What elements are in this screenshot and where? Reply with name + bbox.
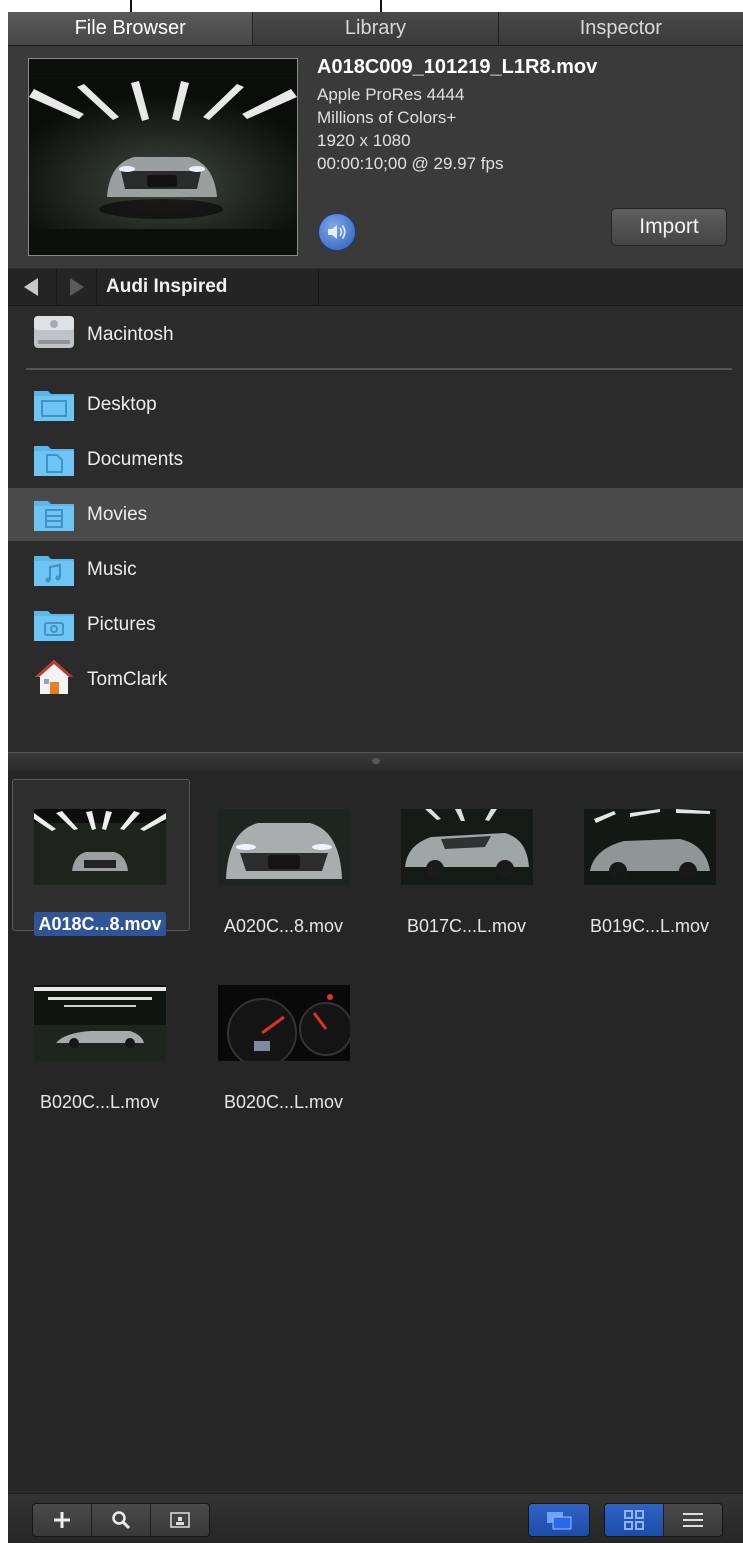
left-button-group xyxy=(32,1503,210,1537)
file-label: B020C...L.mov xyxy=(223,1092,344,1112)
plus-icon[interactable] xyxy=(33,1504,92,1536)
path-bar: Audi Inspired xyxy=(8,269,743,306)
import-button[interactable]: Import xyxy=(611,208,727,246)
file-item[interactable]: B019C...L.mov xyxy=(562,779,737,949)
current-folder-label[interactable]: Audi Inspired xyxy=(106,276,227,298)
home-icon xyxy=(35,660,73,694)
movies-folder-icon xyxy=(34,501,74,531)
file-label: A020C...8.mov xyxy=(223,916,344,936)
path-separator xyxy=(318,269,319,305)
file-item[interactable]: B020C...L.mov xyxy=(12,955,187,1125)
bottom-toolbar xyxy=(8,1493,743,1543)
file-thumbnail xyxy=(401,809,533,885)
file-grid: A018C...8.mov A020C...8.mov B017C...L.mo… xyxy=(8,771,743,1491)
sidebar-item-label: Macintosh xyxy=(87,323,174,345)
music-folder-icon xyxy=(34,556,74,586)
file-item[interactable]: A020C...8.mov xyxy=(196,779,371,949)
preview-area: A018C009_101219_L1R8.mov Apple ProRes 44… xyxy=(8,46,743,268)
file-thumbnail xyxy=(34,985,166,1061)
file-thumbnail xyxy=(584,809,716,885)
sidebar-item-label: Desktop xyxy=(87,393,157,415)
sidebar-item-label: Documents xyxy=(87,448,184,470)
speaker-icon[interactable] xyxy=(318,213,356,251)
sidebar-item-home[interactable]: TomClark xyxy=(8,653,743,706)
file-label: B020C...L.mov xyxy=(39,1092,160,1112)
tab-file-browser[interactable]: File Browser xyxy=(8,12,254,45)
preview-resolution: 1920 x 1080 xyxy=(317,131,411,150)
documents-folder-icon xyxy=(34,446,74,476)
sidebar-item-label: Pictures xyxy=(87,613,156,635)
sidebar-item-documents[interactable]: Documents xyxy=(8,433,743,486)
search-icon[interactable] xyxy=(92,1504,151,1536)
preview-filename: A018C009_101219_L1R8.mov xyxy=(317,56,598,78)
file-thumbnail xyxy=(218,809,350,885)
sidebar-item-label: Music xyxy=(87,558,137,580)
source-divider xyxy=(26,368,732,370)
path-separator xyxy=(96,269,97,305)
preview-thumbnail[interactable] xyxy=(28,58,298,256)
forward-arrow-icon[interactable] xyxy=(70,278,84,296)
preview-codec: Apple ProRes 4444 xyxy=(317,85,465,104)
preview-icon[interactable] xyxy=(151,1504,209,1536)
back-arrow-icon[interactable] xyxy=(24,278,38,296)
tab-bar: File Browser Library Inspector xyxy=(8,12,743,46)
file-info: A018C009_101219_L1R8.mov Apple ProRes 44… xyxy=(317,56,597,177)
file-label: A018C...8.mov xyxy=(14,912,186,936)
split-handle[interactable] xyxy=(8,752,743,772)
file-item[interactable]: B017C...L.mov xyxy=(379,779,554,949)
tab-inspector[interactable]: Inspector xyxy=(499,12,743,45)
file-label: B017C...L.mov xyxy=(406,916,527,936)
split-handle-grip xyxy=(372,758,380,764)
hard-drive-icon xyxy=(34,316,74,348)
file-browser-panel: File Browser Library Inspector A018C009_… xyxy=(8,12,743,1543)
pictures-folder-icon xyxy=(34,611,74,641)
sidebar-item-label: Movies xyxy=(87,503,148,525)
file-label: B019C...L.mov xyxy=(589,916,710,936)
path-separator xyxy=(56,269,57,305)
tab-library[interactable]: Library xyxy=(253,12,499,45)
list-view-icon[interactable] xyxy=(664,1504,722,1536)
file-thumbnail xyxy=(218,985,350,1061)
preview-color-depth: Millions of Colors+ xyxy=(317,108,457,127)
sidebar-item-desktop[interactable]: Desktop xyxy=(8,378,743,431)
sidebar-item-movies[interactable]: Movies xyxy=(8,488,743,541)
file-thumbnail xyxy=(34,809,166,885)
source-list: Macintosh Desktop Documents Movies Music… xyxy=(8,306,743,752)
view-mode-group xyxy=(604,1503,723,1537)
grid-view-icon[interactable] xyxy=(605,1504,664,1536)
file-item[interactable]: A018C...8.mov xyxy=(12,779,190,949)
desktop-folder-icon xyxy=(34,391,74,421)
sidebar-item-macintosh[interactable]: Macintosh xyxy=(8,308,743,361)
sidebar-item-label: TomClark xyxy=(87,668,168,690)
file-item[interactable]: B020C...L.mov xyxy=(196,955,371,1125)
sidebar-item-pictures[interactable]: Pictures xyxy=(8,598,743,651)
sidebar-item-music[interactable]: Music xyxy=(8,543,743,596)
preview-duration: 00:00:10;00 @ 29.97 fps xyxy=(317,154,504,173)
stack-icon[interactable] xyxy=(528,1503,590,1537)
